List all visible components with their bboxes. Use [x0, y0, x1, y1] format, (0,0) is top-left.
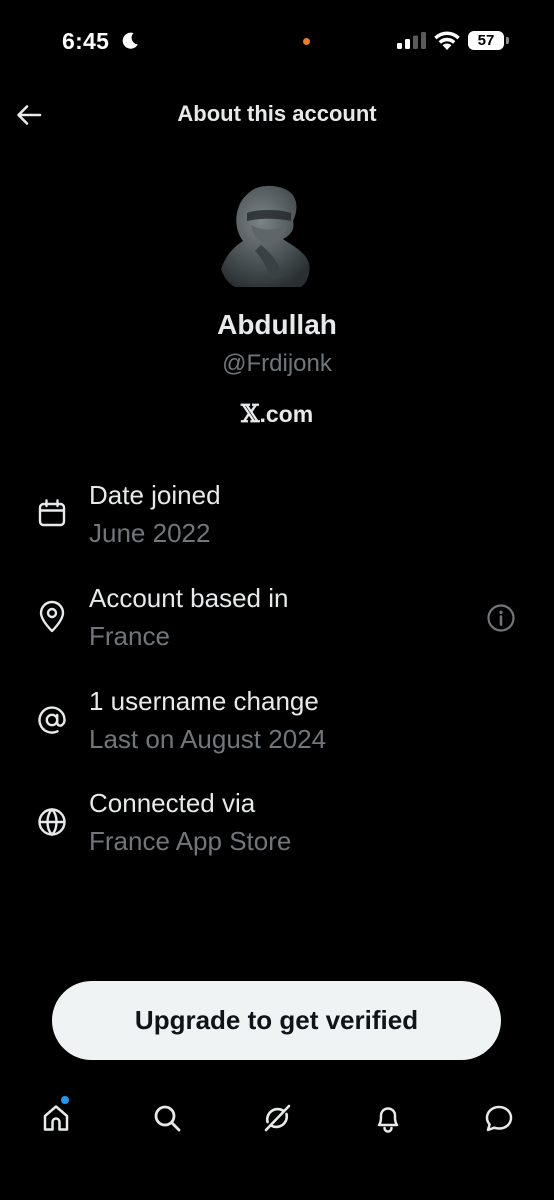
- info-row-username-change: 1 username change Last on August 2024: [0, 686, 554, 770]
- home-icon: [43, 1105, 69, 1131]
- nav-grok[interactable]: [257, 1098, 297, 1138]
- search-icon: [154, 1105, 181, 1132]
- info-row-date-joined: Date joined June 2022: [0, 480, 554, 564]
- bottom-navigation: [0, 1090, 554, 1146]
- messages-icon: [485, 1105, 513, 1132]
- signal-icon: [397, 32, 426, 49]
- info-title: Account based in: [89, 583, 289, 613]
- info-title: Connected via: [89, 788, 256, 818]
- globe-icon: [38, 807, 66, 837]
- privacy-indicator-dot: [303, 38, 310, 45]
- x-logo-icon: 𝕏: [240, 399, 260, 428]
- battery-icon: 57: [468, 31, 504, 50]
- notifications-icon: [377, 1107, 399, 1133]
- username-handle: @Frdijonk: [222, 350, 332, 377]
- info-title: 1 username change: [89, 686, 319, 716]
- nav-notifications[interactable]: [368, 1098, 408, 1138]
- location-pin-icon: [39, 600, 65, 633]
- wifi-icon: [434, 31, 460, 50]
- at-sign-icon: [38, 706, 66, 734]
- info-row-connected-via: Connected via France App Store: [0, 788, 554, 872]
- nav-home[interactable]: [36, 1098, 76, 1138]
- nav-search[interactable]: [147, 1098, 187, 1138]
- calendar-icon: [38, 499, 66, 527]
- page-title: About this account: [177, 101, 377, 126]
- upgrade-verified-button[interactable]: Upgrade to get verified: [52, 981, 501, 1060]
- display-name: Abdullah: [217, 309, 337, 340]
- status-time: 6:45: [62, 28, 110, 54]
- info-value: France App Store: [89, 826, 292, 856]
- info-row-account-based-in: Account based in France: [0, 583, 554, 667]
- info-value: France: [89, 621, 170, 651]
- website-suffix: .com: [259, 401, 314, 427]
- moon-icon: [122, 32, 138, 49]
- nav-messages[interactable]: [479, 1098, 519, 1138]
- avatar[interactable]: [221, 183, 311, 287]
- notification-dot: [61, 1096, 69, 1104]
- info-value: June 2022: [89, 518, 211, 548]
- website-link[interactable]: 𝕏.com: [0, 399, 554, 428]
- battery-cap: [506, 37, 509, 44]
- info-icon[interactable]: [486, 603, 516, 633]
- battery-level: 57: [477, 32, 495, 49]
- grok-icon: [264, 1104, 291, 1132]
- info-title: Date joined: [89, 480, 221, 510]
- info-value: Last on August 2024: [89, 724, 327, 754]
- status-bar: 6:45 57: [0, 0, 554, 80]
